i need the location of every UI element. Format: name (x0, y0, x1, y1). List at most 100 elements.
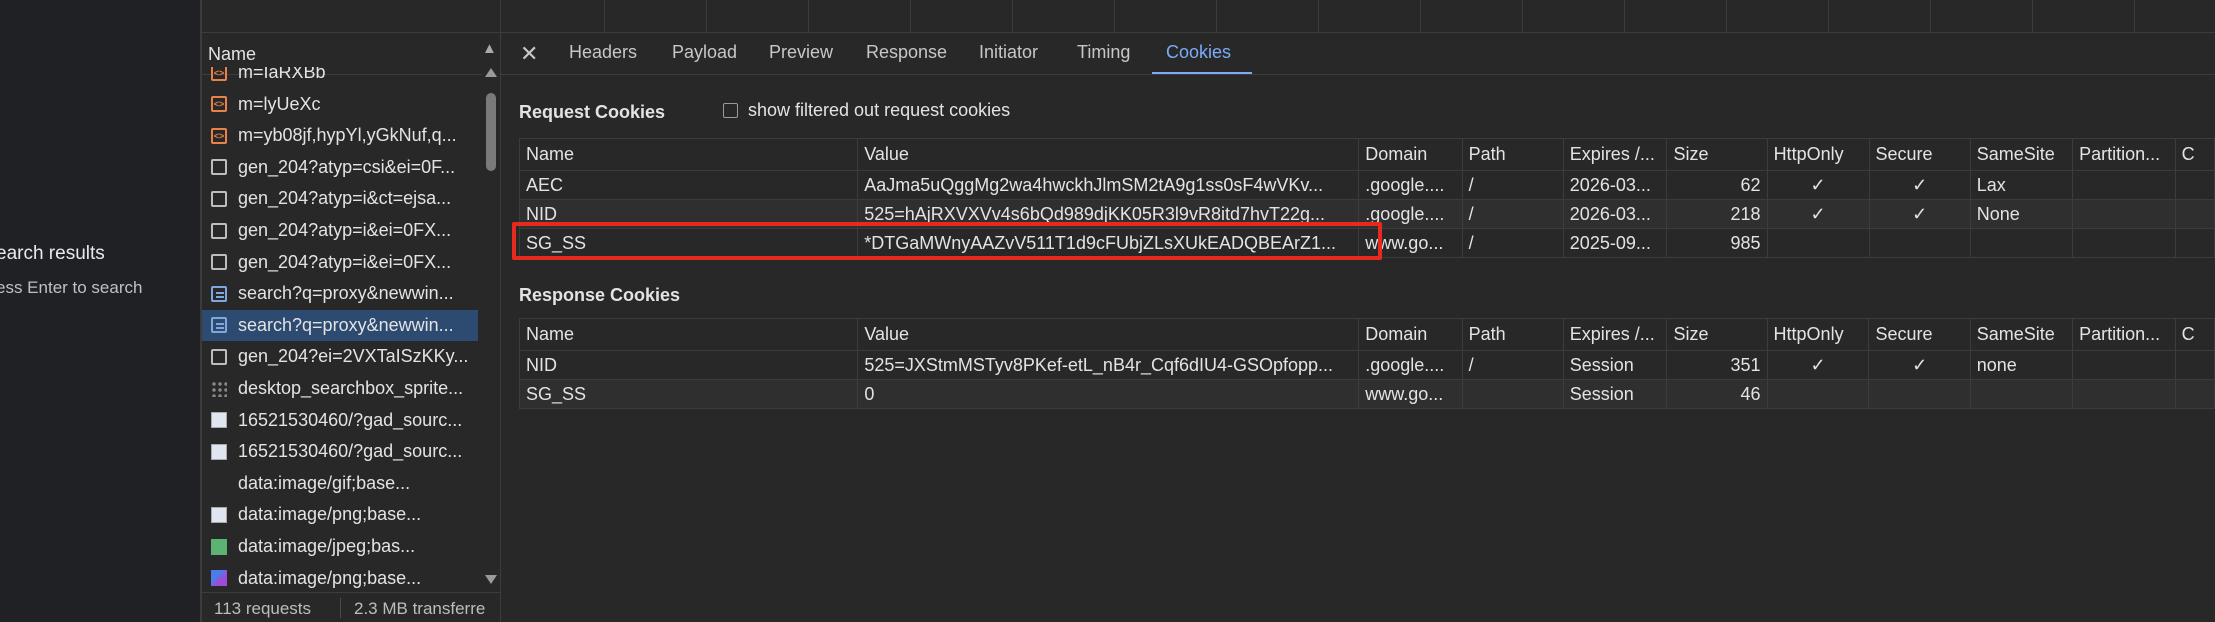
cookie-cell: Session (1562, 379, 1668, 409)
cookie-cell: 985 (1666, 228, 1768, 258)
request-row[interactable]: gen_204?atyp=i&ei=0FX... (202, 215, 478, 246)
cookie-cell: Lax (1969, 170, 2074, 200)
column-header[interactable]: Domain (1358, 138, 1463, 171)
request-row[interactable]: search?q=proxy&newwin... (202, 278, 478, 309)
active-tab-indicator (1152, 72, 1252, 74)
cookie-cell (1461, 379, 1564, 409)
tab-response[interactable]: Response (866, 42, 947, 63)
tab-preview[interactable]: Preview (769, 42, 833, 63)
document-icon (211, 285, 227, 302)
cookie-cell: 351 (1666, 350, 1768, 380)
column-header[interactable]: Expires /... (1562, 138, 1668, 171)
request-list-scrollbar[interactable] (482, 67, 500, 592)
search-results-heading: earch results (0, 243, 105, 264)
cookie-cell (2174, 379, 2215, 409)
cookie-cell: ✓ (1868, 170, 1971, 200)
request-row[interactable]: <> m=lyUeXc (202, 89, 478, 120)
cookie-cell (1969, 379, 2074, 409)
show-filtered-toggle[interactable]: show filtered out request cookies (723, 100, 1010, 121)
cookie-cell (2174, 199, 2215, 229)
column-header[interactable]: Partition... (2072, 138, 2176, 171)
scrollbar-thumb[interactable] (486, 93, 496, 171)
request-row[interactable]: gen_204?atyp=i&ei=0FX... (202, 247, 478, 278)
column-header[interactable]: Path (1461, 138, 1564, 171)
image-icon (211, 475, 227, 491)
request-row[interactable]: <> m=IaRXBb (202, 67, 478, 88)
column-header[interactable]: Name (518, 138, 859, 171)
cookie-cell (2174, 350, 2215, 380)
tab-headers[interactable]: Headers (569, 42, 637, 63)
close-icon[interactable]: ✕ (520, 41, 538, 67)
highlight-annotation (512, 222, 1382, 260)
request-row[interactable]: data:image/png;base... (202, 499, 478, 530)
request-detail-panel: ✕ Headers Payload Preview Response Initi… (500, 0, 2215, 622)
name-column-label: Name (208, 44, 257, 64)
column-header[interactable]: HttpOnly (1766, 318, 1870, 351)
column-header[interactable]: Name (518, 318, 859, 351)
cookie-cell: none (1969, 350, 2074, 380)
xhr-icon (211, 190, 227, 207)
request-row[interactable]: gen_204?atyp=csi&ei=0F... (202, 152, 478, 183)
column-header[interactable]: SameSite (1969, 318, 2074, 351)
request-name: data:image/gif;base... (238, 472, 411, 493)
column-header[interactable]: Secure (1868, 318, 1971, 351)
request-row[interactable]: search?q=proxy&newwin... (202, 309, 478, 341)
column-header[interactable]: HttpOnly (1766, 138, 1870, 171)
tab-timing[interactable]: Timing (1077, 42, 1130, 63)
request-name: desktop_searchbox_sprite... (238, 378, 464, 398)
timeline-grid (501, 0, 2215, 33)
filtered-cookies-checkbox[interactable] (723, 103, 738, 118)
cookie-cell: / (1461, 199, 1564, 229)
request-list: <> m=IaRXBb <> m=lyUeXc <> m=yb08jf,hypYl,yGk… (202, 67, 478, 592)
request-row[interactable]: data:image/jpeg;bas... (202, 531, 478, 562)
column-header[interactable]: C (2174, 318, 2215, 351)
request-row[interactable]: 16521530460/?gad_sourc... (202, 436, 478, 467)
request-row[interactable]: gen_204?atyp=i&ct=ejsa... (202, 183, 478, 214)
column-header[interactable]: Path (1461, 318, 1564, 351)
request-row[interactable]: data:image/png;base... (202, 563, 478, 592)
image-icon (211, 443, 227, 460)
detail-tabbar: ✕ Headers Payload Preview Response Initi… (501, 33, 2215, 75)
column-header[interactable]: C (2174, 138, 2215, 171)
cookie-cell: / (1461, 350, 1564, 380)
column-header[interactable]: Size (1666, 138, 1768, 171)
column-header[interactable]: Secure (1868, 138, 1971, 171)
cookie-cell: .google.... (1358, 350, 1463, 380)
tab-initiator[interactable]: Initiator (979, 42, 1038, 63)
cookie-cell: www.go... (1358, 379, 1463, 409)
column-header[interactable]: Partition... (2072, 318, 2176, 351)
image-icon (211, 570, 227, 587)
cookie-cell: AaJma5uQggMg2wa4hwckhJlmSM2tA9g1ss0sF4wV… (857, 170, 1360, 200)
column-header[interactable]: Value (857, 138, 1360, 171)
sort-up-icon[interactable]: ▲ (482, 40, 497, 57)
request-name: data:image/png;base... (238, 567, 422, 588)
cookie-cell (1766, 379, 1870, 409)
column-header[interactable]: Domain (1358, 318, 1463, 351)
cookie-cell: None (1969, 199, 2074, 229)
column-header[interactable]: SameSite (1969, 138, 2074, 171)
request-row[interactable]: desktop_searchbox_sprite... (202, 373, 478, 404)
request-row[interactable]: gen_204?ei=2VXTaISzKKy... (202, 341, 478, 372)
script-icon: <> (211, 96, 227, 113)
tab-payload[interactable]: Payload (672, 42, 737, 63)
tab-cookies[interactable]: Cookies (1166, 42, 1231, 63)
request-row[interactable]: 16521530460/?gad_sourc... (202, 405, 478, 436)
column-header[interactable]: Size (1666, 318, 1768, 351)
cookie-cell: SG_SS (518, 379, 859, 409)
cookie-row[interactable]: NID 525=JXStmMSTyv8PKef-etL_nB4r_Cqf6dIU4… (518, 350, 2215, 380)
response-cookies-table: Name Value Domain Path Expires /... Size HttpO… (518, 318, 2215, 409)
cookie-row[interactable]: AEC AaJma5uQggMg2wa4hwckhJlmSM2tA9g1ss0sF… (518, 170, 2215, 200)
cookie-cell (2072, 199, 2176, 229)
request-name: m=yb08jf,hypYl,yGkNuf,q... (238, 125, 457, 146)
request-row[interactable]: data:image/gif;base... (202, 468, 478, 499)
search-hint: ess Enter to search (0, 278, 143, 297)
column-header[interactable]: Value (857, 318, 1360, 351)
cookie-cell: Session (1562, 350, 1668, 380)
scroll-down-icon[interactable] (485, 575, 497, 584)
cookie-row[interactable]: SG_SS 0 www.go... Session 46 (518, 379, 2215, 409)
script-icon: <> (211, 127, 227, 144)
scroll-up-icon[interactable] (485, 68, 497, 77)
request-row[interactable]: <> m=yb08jf,hypYl,yGkNuf,q... (202, 120, 478, 151)
column-header[interactable]: Expires /... (1562, 318, 1668, 351)
request-name: data:image/png;base... (238, 504, 422, 525)
